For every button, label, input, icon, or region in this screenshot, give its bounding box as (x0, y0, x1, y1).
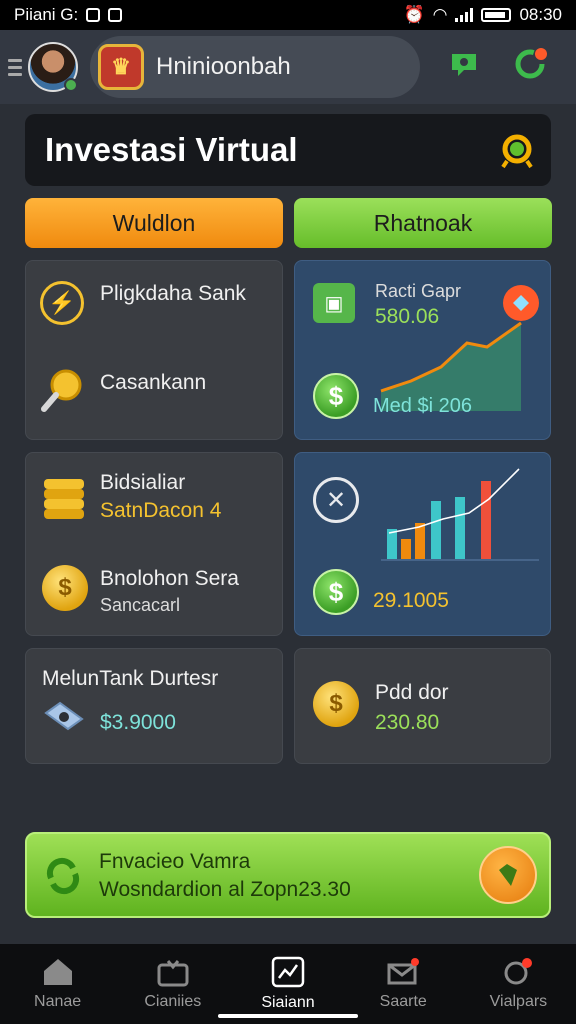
nav-games-label: Cianiies (144, 993, 202, 1010)
app-topbar: ♛ Hninioonbah (0, 30, 576, 104)
nav-share-label: Saarte (379, 993, 427, 1010)
notification-icon (86, 8, 101, 22)
app-title: Hninioonbah (156, 53, 291, 80)
savings-row2-sub: Sancacarl (100, 595, 181, 615)
promo-subtitle: Wosndardion al Zopn23.30 (99, 878, 351, 901)
alarm-icon: ⏰ (403, 5, 425, 24)
wifi-icon: ◠ (432, 5, 448, 24)
menu-icon[interactable] (8, 58, 22, 76)
nav-stats[interactable]: Siaiann (218, 944, 358, 1024)
wallet-icon: ▣ (313, 283, 355, 323)
home-icon (43, 959, 72, 985)
profile-icon (504, 958, 533, 985)
bottom-nav: Nanae Cianiies Siaiann Saarte Vialpars (0, 944, 576, 1024)
coin-icon-2: $ (313, 681, 359, 727)
header-card: Investasi Virtual (25, 114, 551, 186)
leaf-icon (499, 864, 517, 886)
promo-banner[interactable]: Fnvacieo Vamra Wosndardion al Zopn23.30 (25, 832, 551, 918)
funds-value: $3.9000 (100, 711, 176, 734)
achievement-icon[interactable] (497, 131, 537, 176)
promo-title: Fnvacieo Vamra (99, 850, 251, 873)
pdd-value: 230.80 (375, 711, 440, 734)
card-savings[interactable]: Bidsialiar SatnDacon 4 $ Bnolohon Sera S… (25, 452, 283, 636)
sync-icon (43, 856, 83, 896)
status-time: 08:30 (519, 5, 562, 24)
nav-stats-label: Siaiann (261, 994, 315, 1011)
status-carrier: Piiani G: (14, 5, 79, 24)
pdd-title: Pdd dor (375, 681, 449, 704)
deposit-button[interactable]: Rhatnoak (294, 198, 552, 248)
coin-icon: $ (42, 565, 88, 611)
dollar-icon-2: $ (313, 569, 359, 615)
savings-subtitle: SatnDacon 4 (100, 499, 222, 522)
dollar-icon: $ (313, 373, 359, 419)
nav-profile[interactable]: Vialpars (461, 944, 576, 1024)
card-pdd[interactable]: $ Pdd dor 230.80 (294, 648, 551, 764)
card-security[interactable]: ⚡ Pligkdaha Sank Casankann (25, 260, 283, 440)
coin-stack-icon (42, 473, 86, 523)
promo-action-button[interactable] (479, 846, 537, 904)
nav-home[interactable]: Nanae (0, 944, 115, 1024)
photo-icon (108, 8, 123, 22)
magnifier-icon (40, 365, 88, 413)
close-circle-icon: ✕ (313, 477, 359, 523)
funds-title: MelunTank Durtesr (42, 667, 219, 690)
growth-footer: Med $i 206 (373, 395, 472, 417)
bar-chart-value: 29.1005 (373, 589, 449, 612)
chart-icon (271, 956, 305, 988)
nav-active-indicator (218, 1014, 358, 1018)
nav-home-label: Nanae (34, 993, 82, 1010)
refresh-icon[interactable] (510, 44, 550, 84)
nav-share[interactable]: Saarte (346, 944, 461, 1024)
bar-chart (381, 468, 539, 561)
online-status-dot (64, 78, 78, 92)
chat-icon[interactable] (444, 44, 484, 84)
card-growth-chart[interactable]: ▣ Racti Gapr 580.06 $ Med $i 206 (294, 260, 551, 440)
page-title: Investasi Virtual (45, 131, 298, 168)
app-title-pill[interactable]: ♛ Hninioonbah (90, 36, 420, 98)
lightning-icon: ⚡ (40, 281, 84, 325)
withdraw-button[interactable]: Wuldlon (25, 198, 283, 248)
savings-title: Bidsialiar (100, 471, 186, 494)
avatar[interactable] (28, 42, 78, 92)
nav-games[interactable]: Cianiies (115, 944, 230, 1024)
nav-profile-label: Vialpars (489, 993, 548, 1010)
savings-row2-title: Bnolohon Sera (100, 567, 239, 590)
shield-logo-icon: ♛ (98, 44, 144, 90)
card-bar-chart[interactable]: ✕ $ 29.1005 (294, 452, 551, 636)
signal-icon (455, 8, 474, 22)
gear-icon (42, 699, 86, 739)
status-bar: Piiani G: ⏰ ◠ 08:30 (0, 0, 576, 30)
card-funds[interactable]: MelunTank Durtesr $3.9000 (25, 648, 283, 764)
battery-icon (481, 8, 512, 22)
mail-icon (387, 958, 420, 985)
controller-icon (157, 960, 189, 987)
card-security-title: Pligkdaha Sank (100, 282, 246, 305)
card-security-sub: Casankann (100, 371, 207, 394)
